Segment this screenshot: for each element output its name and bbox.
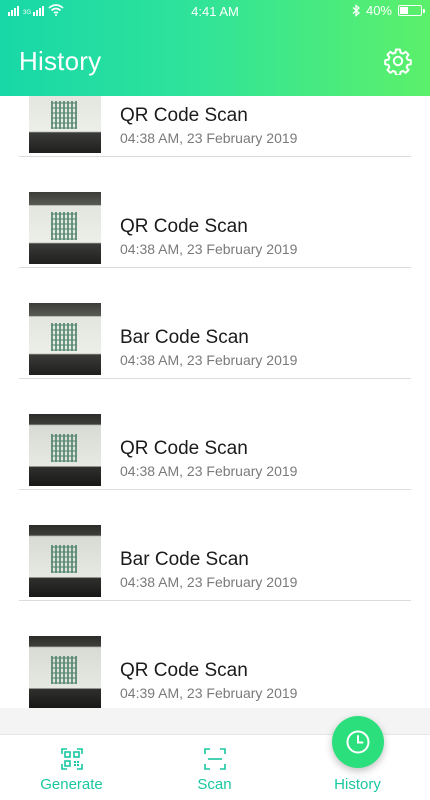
status-bar: 3G 4:41 AM 40% <box>0 0 430 24</box>
history-item[interactable]: Bar Code Scan 04:38 AM, 23 February 2019 <box>19 490 411 601</box>
battery-percent: 40% <box>365 3 392 18</box>
qr-code-icon <box>60 748 83 770</box>
history-item-date: 04:38 AM, 23 February 2019 <box>120 130 298 146</box>
bluetooth-icon <box>352 4 360 17</box>
app-header: 3G 4:41 AM 40% History <box>0 0 430 96</box>
history-item[interactable]: QR Code Scan 04:38 AM, 23 February 2019 <box>19 157 411 268</box>
history-item-date: 04:38 AM, 23 February 2019 <box>120 574 298 590</box>
nav-generate[interactable]: Generate <box>0 735 143 800</box>
history-list[interactable]: QR Code Scan 04:38 AM, 23 February 2019 QR… <box>0 96 430 708</box>
history-item[interactable]: Bar Code Scan 04:38 AM, 23 February 2019 <box>19 268 411 379</box>
clock-icon <box>346 730 370 754</box>
scan-thumbnail <box>29 525 101 597</box>
scan-thumbnail <box>29 96 101 153</box>
history-list-inner: QR Code Scan 04:38 AM, 23 February 2019 QR… <box>0 96 430 708</box>
battery-icon <box>398 5 425 16</box>
history-item[interactable]: QR Code Scan 04:38 AM, 23 February 2019 <box>19 379 411 490</box>
history-item-date: 04:38 AM, 23 February 2019 <box>120 352 298 368</box>
scan-icon <box>203 748 226 770</box>
status-right: 40% <box>352 3 425 18</box>
history-item[interactable]: QR Code Scan 04:38 AM, 23 February 2019 <box>19 96 411 157</box>
nav-generate-label: Generate <box>40 776 103 793</box>
gear-icon[interactable] <box>384 47 412 75</box>
qr-code-image <box>51 656 77 684</box>
history-item-title: QR Code Scan <box>120 216 248 237</box>
scan-thumbnail <box>29 303 101 375</box>
history-item-title: QR Code Scan <box>120 660 248 681</box>
scan-thumbnail <box>29 414 101 486</box>
history-item-title: QR Code Scan <box>120 105 248 126</box>
history-item[interactable]: QR Code Scan 04:39 AM, 23 February 2019 <box>19 601 411 708</box>
qr-code-image <box>51 545 77 573</box>
battery-fill <box>400 7 408 14</box>
history-item-date: 04:39 AM, 23 February 2019 <box>120 685 298 701</box>
scan-thumbnail <box>29 636 101 708</box>
nav-scan[interactable]: Scan <box>143 735 286 800</box>
history-fab[interactable] <box>332 716 384 768</box>
qr-code-image <box>51 323 77 351</box>
history-item-title: Bar Code Scan <box>120 327 249 348</box>
qr-code-image <box>51 101 77 129</box>
history-item-title: Bar Code Scan <box>120 549 249 570</box>
history-item-title: QR Code Scan <box>120 438 248 459</box>
history-item-date: 04:38 AM, 23 February 2019 <box>120 463 298 479</box>
qr-code-image <box>51 212 77 240</box>
qr-code-image <box>51 434 77 462</box>
nav-scan-label: Scan <box>197 776 232 793</box>
page-title: History <box>19 46 102 76</box>
nav-history-label: History <box>334 776 381 793</box>
scan-thumbnail <box>29 192 101 264</box>
history-item-date: 04:38 AM, 23 February 2019 <box>120 241 298 257</box>
